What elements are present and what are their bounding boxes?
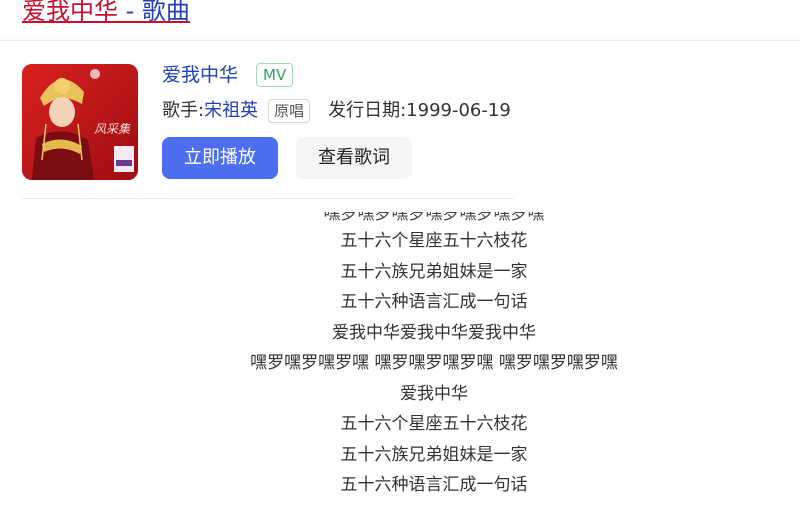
singer-label: 歌手: xyxy=(162,100,205,121)
lyric-line: 嘿罗嘿罗嘿罗嘿 嘿罗嘿罗嘿罗嘿 嘿罗嘿罗嘿罗嘿 xyxy=(250,353,618,373)
lyric-line: 爱我中华爱我中华爱我中华 xyxy=(332,322,536,343)
play-now-button[interactable]: 立即播放 xyxy=(162,137,278,179)
lyrics-panel: 嘿罗嘿罗嘿罗嘿罗嘿罗嘿罗嘿 五十六个星座五十六枝花 五十六族兄弟姐妹是一家 五十… xyxy=(0,212,800,501)
release-label: 发行日期: xyxy=(328,100,407,121)
mv-badge[interactable]: MV xyxy=(256,63,294,87)
lyric-line: 五十六族兄弟姐妹是一家 xyxy=(340,261,528,282)
album-cover-text: 风采集 xyxy=(94,122,131,136)
song-name-link[interactable]: 爱我中华 xyxy=(162,61,238,89)
lyric-line: 嘿罗嘿罗嘿罗嘿罗嘿罗嘿罗嘿 xyxy=(323,212,545,224)
result-title-link[interactable]: 爱我中华 - 歌曲 xyxy=(22,0,190,28)
song-meta: 歌手: 宋祖英 原唱 发行日期: 1999-06-19 xyxy=(162,97,511,125)
lyric-line: 五十六种语言汇成一句话 xyxy=(340,292,528,312)
result-title[interactable]: 爱我中华 xyxy=(22,0,118,25)
result-title-suffix[interactable]: - 歌曲 xyxy=(118,0,190,25)
original-badge: 原唱 xyxy=(268,99,311,123)
release-date: 1999-06-19 xyxy=(406,100,511,121)
lyric-line: 五十六个星座五十六枝花 xyxy=(340,231,528,251)
lyric-line: 爱我中华 xyxy=(400,383,468,404)
lyric-line: 五十六个星座五十六枝花 xyxy=(340,414,528,434)
lyric-line: 五十六种语言汇成一句话 xyxy=(340,475,528,495)
singer-link[interactable]: 宋祖英 xyxy=(204,97,258,125)
album-cover[interactable]: 风采集 xyxy=(22,64,138,180)
divider xyxy=(22,198,514,199)
lyric-line: 五十六族兄弟姐妹是一家 xyxy=(340,444,528,465)
view-lyrics-button[interactable]: 查看歌词 xyxy=(296,137,412,179)
